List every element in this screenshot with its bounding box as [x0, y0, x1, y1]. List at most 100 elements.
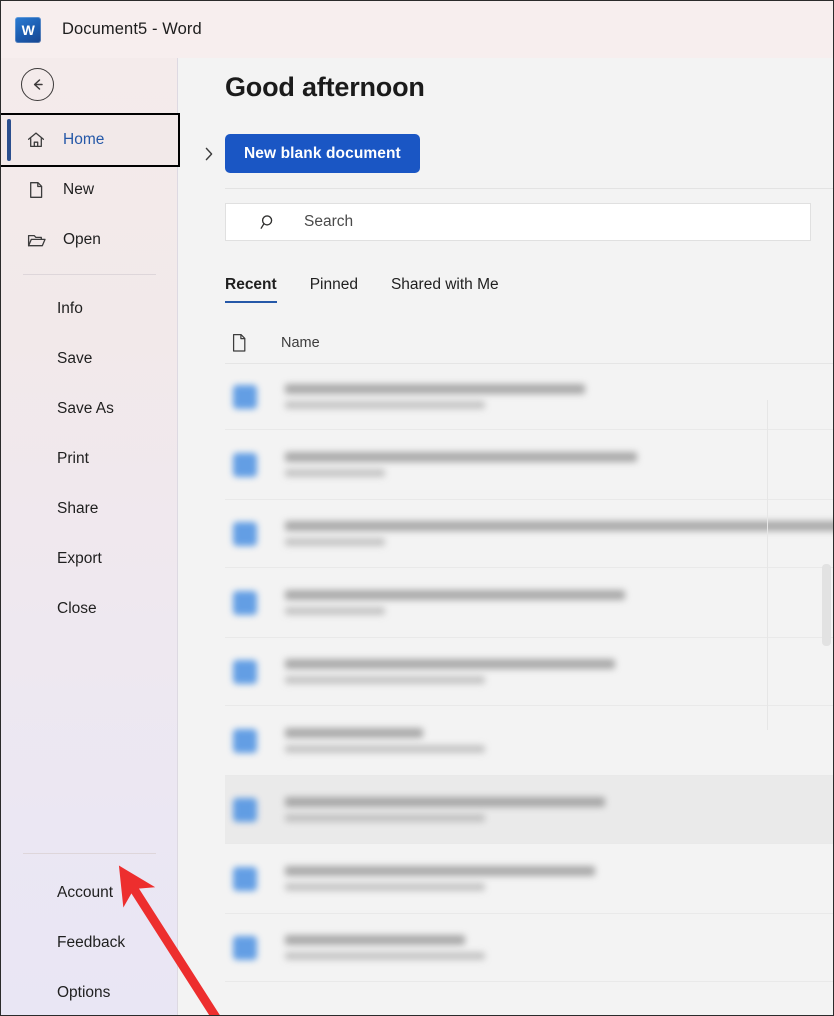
sidebar-item-label: Export	[57, 550, 102, 567]
file-name-redacted	[285, 452, 637, 462]
file-type-icon	[233, 590, 257, 615]
back-arrow-icon[interactable]	[21, 68, 54, 101]
sidebar-item-info[interactable]: Info	[1, 284, 178, 334]
file-type-icon	[233, 797, 257, 822]
sidebar-item-label: Print	[57, 450, 89, 467]
file-type-icon	[233, 452, 257, 477]
open-folder-icon	[23, 230, 49, 251]
title-bar: W Document5 - Word	[1, 1, 833, 58]
search-input[interactable]	[302, 212, 746, 232]
sidebar-item-open[interactable]: Open	[1, 215, 178, 265]
selected-accent-bar	[7, 119, 11, 161]
sidebar-divider	[23, 274, 156, 275]
file-meta	[285, 728, 485, 753]
sidebar-item-label: Home	[63, 131, 105, 148]
page-title: Good afternoon	[225, 72, 425, 102]
word-icon: W	[15, 16, 41, 43]
sidebar-item-save[interactable]: Save	[1, 334, 178, 384]
file-list-item[interactable]	[225, 844, 833, 914]
new-document-icon	[23, 180, 49, 200]
file-meta	[285, 521, 833, 546]
search-icon	[259, 213, 278, 232]
header-divider	[225, 188, 833, 189]
file-list-item[interactable]	[225, 776, 833, 844]
file-type-icon	[233, 521, 257, 546]
sidebar-item-label: Options	[57, 984, 111, 1001]
file-location-redacted	[285, 401, 485, 409]
sidebar-item-label: Close	[57, 600, 97, 617]
file-name-redacted	[285, 659, 615, 669]
sidebar-item-options[interactable]: Options	[1, 968, 178, 1015]
sidebar-item-label: Save As	[57, 400, 114, 417]
file-type-icon	[233, 866, 257, 891]
file-list-item[interactable]	[225, 500, 833, 568]
new-blank-document-button[interactable]: New blank document	[225, 134, 420, 173]
backstage-home-pane: Good afternoon New blank document Recent…	[179, 58, 833, 1015]
file-list-item[interactable]	[225, 364, 833, 430]
file-location-redacted	[285, 469, 385, 477]
file-type-icon	[233, 384, 257, 409]
file-meta	[285, 659, 615, 684]
file-name-redacted	[285, 866, 595, 876]
file-meta	[285, 935, 485, 960]
file-name-redacted	[285, 728, 423, 738]
search-box[interactable]	[225, 203, 811, 241]
scrollbar-thumb[interactable]	[822, 564, 831, 646]
document-icon	[229, 332, 249, 354]
sidebar-item-label: Feedback	[57, 934, 126, 951]
file-location-redacted	[285, 676, 485, 684]
tab-shared-with-me[interactable]: Shared with Me	[391, 276, 499, 303]
file-name-redacted	[285, 935, 465, 945]
tab-pinned[interactable]: Pinned	[310, 276, 358, 303]
sidebar-item-account[interactable]: Account	[1, 868, 178, 918]
file-list-item[interactable]	[225, 706, 833, 776]
file-list-item[interactable]	[225, 430, 833, 500]
sidebar-item-share[interactable]: Share	[1, 484, 178, 534]
recent-files-list[interactable]	[225, 364, 833, 1015]
file-name-redacted	[285, 384, 585, 394]
file-location-redacted	[285, 952, 485, 960]
sidebar-item-close[interactable]: Close	[1, 584, 178, 634]
sidebar-item-label: Info	[57, 300, 83, 317]
sidebar-item-print[interactable]: Print	[1, 434, 178, 484]
sidebar-item-save-as[interactable]: Save As	[1, 384, 178, 434]
column-header-row: Name	[225, 325, 833, 361]
file-name-redacted	[285, 521, 833, 531]
sidebar-item-label: Save	[57, 350, 93, 367]
word-backstage-window: W Document5 - Word Home New Open Info Sa…	[0, 0, 834, 1016]
file-name-redacted	[285, 590, 625, 600]
file-name-redacted	[285, 797, 605, 807]
file-type-icon	[233, 728, 257, 753]
sidebar-primary-nav: Home New Open Info Save Save As Print Sh…	[1, 113, 180, 634]
chevron-right-icon[interactable]	[199, 137, 219, 171]
file-location-redacted	[285, 607, 385, 615]
backstage-sidebar: Home New Open Info Save Save As Print Sh…	[1, 58, 180, 1015]
file-location-redacted	[285, 538, 385, 546]
file-list-item[interactable]	[225, 914, 833, 982]
file-list-tabs: Recent Pinned Shared with Me	[225, 269, 532, 303]
file-location-redacted	[285, 745, 485, 753]
file-type-icon	[233, 935, 257, 960]
sidebar-divider-bottom	[23, 853, 156, 854]
sidebar-item-home[interactable]: Home	[1, 113, 180, 167]
sidebar-item-label: Account	[57, 884, 114, 901]
sidebar-item-label: Share	[57, 500, 99, 517]
file-list-item[interactable]	[225, 638, 833, 706]
sidebar-bottom-nav: Account Feedback Options	[1, 844, 178, 1015]
file-type-icon	[233, 659, 257, 684]
file-meta	[285, 866, 595, 891]
sidebar-item-label: New	[63, 181, 95, 198]
tab-recent[interactable]: Recent	[225, 276, 277, 303]
sidebar-item-new[interactable]: New	[1, 165, 178, 215]
sidebar-item-export[interactable]: Export	[1, 534, 178, 584]
file-meta	[285, 797, 605, 822]
file-meta	[285, 384, 585, 409]
file-meta	[285, 590, 625, 615]
file-meta	[285, 452, 637, 477]
home-icon	[23, 130, 49, 150]
file-list-item[interactable]	[225, 568, 833, 638]
sidebar-item-feedback[interactable]: Feedback	[1, 918, 178, 968]
column-header-name: Name	[281, 335, 320, 351]
window-title: Document5 - Word	[62, 20, 202, 38]
file-list-scrollbar[interactable]	[819, 364, 833, 1015]
